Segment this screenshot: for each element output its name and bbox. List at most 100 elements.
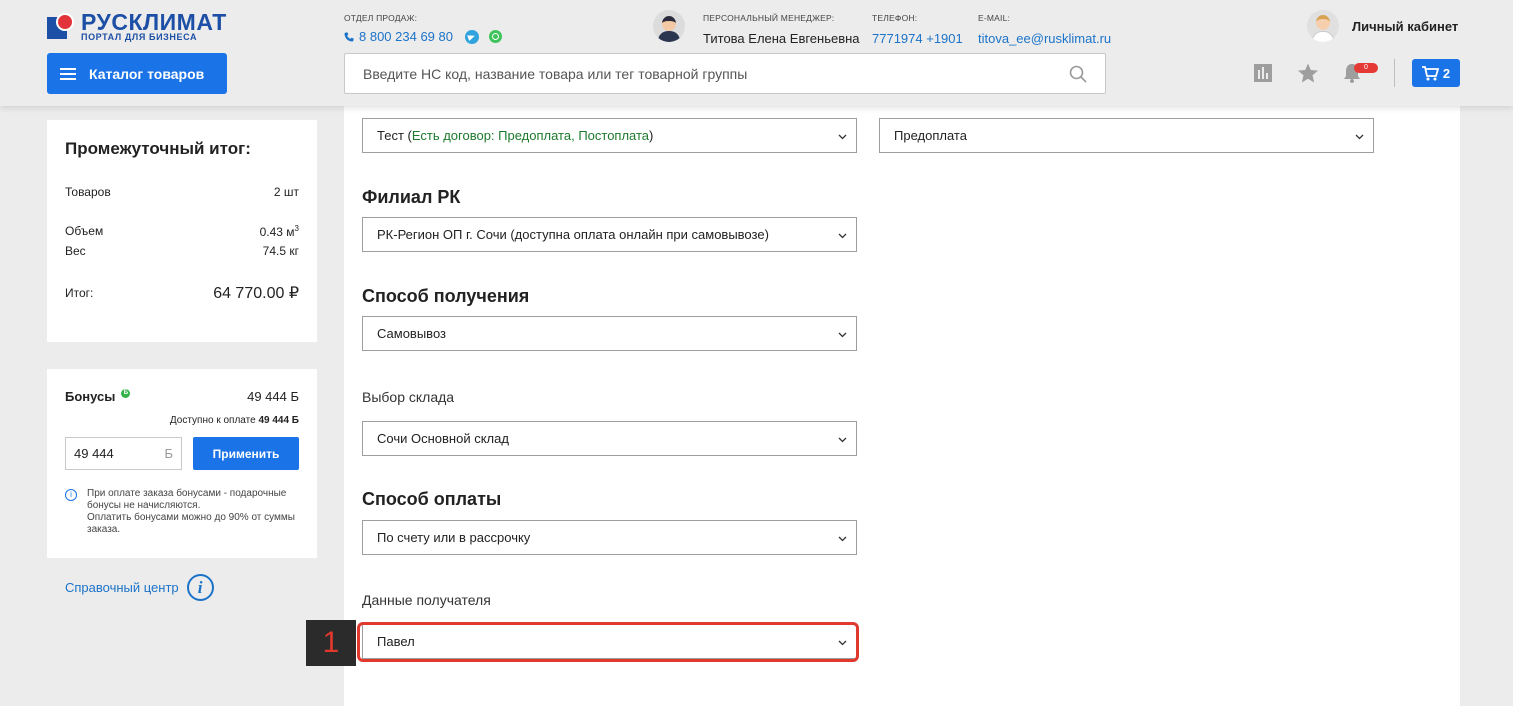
payment-type-select[interactable]: Предоплата xyxy=(879,118,1374,153)
search-icon[interactable] xyxy=(1069,65,1087,83)
bonus-title-wrap: Бонусы Б xyxy=(65,389,131,404)
chevron-down-icon xyxy=(838,536,847,542)
manager-avatar xyxy=(653,10,685,42)
total-label: Итог: xyxy=(65,286,94,300)
email-label: E-MAIL: xyxy=(978,13,1011,23)
bonus-badge-icon: Б xyxy=(121,389,131,398)
catalog-button[interactable]: Каталог товаров xyxy=(47,53,227,94)
bonus-available: Доступно к оплате 49 444 Б xyxy=(170,415,299,426)
volume-value-wrap: 0.43 м3 xyxy=(260,224,299,239)
search-input[interactable] xyxy=(345,54,1045,93)
user-avatar xyxy=(1307,10,1339,42)
search-bar xyxy=(344,53,1106,94)
manager-label: ПЕРСОНАЛЬНЫЙ МЕНЕДЖЕР: xyxy=(703,13,835,23)
phone-icon xyxy=(344,32,354,41)
goods-label: Товаров xyxy=(65,185,111,199)
volume-label: Объем xyxy=(65,224,104,238)
contract-select-value: Тест (Есть договор: Предоплата, Постопла… xyxy=(377,128,653,143)
weight-value: 74.5 кг xyxy=(262,244,299,258)
cabinet-label: Личный кабинет xyxy=(1352,18,1459,34)
goods-value: 2 шт xyxy=(273,185,299,199)
header: РУСКЛИМАТ ПОРТАЛ ДЛЯ БИЗНЕСА ОТДЕЛ ПРОДА… xyxy=(0,0,1513,106)
favorites-star-icon[interactable] xyxy=(1297,62,1319,84)
cart-count: 2 xyxy=(1442,65,1451,81)
contract-suffix: ) xyxy=(649,128,654,143)
sales-label: ОТДЕЛ ПРОДАЖ: xyxy=(344,13,418,23)
total-row: Итог: 64 770.00 ₽ xyxy=(65,283,299,303)
subtotal-title: Промежуточный итог: xyxy=(65,139,251,158)
payment-method-select[interactable]: По счету или в рассрочку xyxy=(362,520,857,555)
contract-select[interactable]: Тест (Есть договор: Предоплата, Постопла… xyxy=(362,118,857,153)
total-value: 64 770.00 ₽ xyxy=(213,285,299,302)
bonus-card: Бонусы Б 49 444 Б Доступно к оплате 49 4… xyxy=(47,369,317,558)
sales-phone[interactable]: 8 800 234 69 80 xyxy=(359,29,453,44)
delivery-select-value: Самовывоз xyxy=(377,326,446,341)
phone-label: ТЕЛЕФОН: xyxy=(872,13,918,23)
subtotal-card: Промежуточный итог: Товаров 2 шт Объем 0… xyxy=(47,120,317,342)
notifications-badge: 0 xyxy=(1354,63,1378,73)
branch-heading: Филиал РК xyxy=(362,187,461,207)
bonus-title: Бонусы xyxy=(65,389,116,404)
apply-bonus-button[interactable]: Применить xyxy=(193,437,299,470)
whatsapp-icon[interactable] xyxy=(488,30,502,43)
recipient-label: Данные получателя xyxy=(362,592,491,608)
manager-phone: ТЕЛЕФОН: 7771974 +1901 xyxy=(872,13,963,46)
delivery-heading: Способ получения xyxy=(362,286,530,306)
bonus-info-line2: Оплатить бонусами можно до 90% от суммы … xyxy=(87,512,295,535)
logo[interactable]: РУСКЛИМАТ ПОРТАЛ ДЛЯ БИЗНЕСА xyxy=(47,11,227,42)
chevron-down-icon xyxy=(838,332,847,338)
menu-icon xyxy=(60,67,76,80)
contract-status: Есть договор: Предоплата, Постоплата xyxy=(411,128,650,143)
goods-row: Товаров 2 шт xyxy=(65,185,299,199)
header-divider xyxy=(1394,59,1395,87)
annotation-marker: 1 xyxy=(306,620,356,666)
payment-method-value: По счету или в рассрочку xyxy=(377,530,531,545)
contract-prefix: Тест ( xyxy=(377,128,412,143)
warehouse-select[interactable]: Сочи Основной склад xyxy=(362,421,857,456)
bonus-info-line1: При оплате заказа бонусами - подарочные … xyxy=(87,488,287,511)
order-form-panel xyxy=(344,106,1460,706)
warehouse-label: Выбор склада xyxy=(362,389,455,405)
personal-cabinet-link[interactable]: Личный кабинет xyxy=(1307,10,1458,42)
help-center-link[interactable]: Справочный центр i xyxy=(65,574,214,601)
logo-title: РУСКЛИМАТ xyxy=(81,9,227,35)
chevron-down-icon xyxy=(838,233,847,239)
payment-heading: Способ оплаты xyxy=(362,489,502,509)
weight-row: Вес 74.5 кг xyxy=(65,244,299,258)
bonus-available-prefix: Доступно к оплате xyxy=(169,415,259,426)
telegram-icon[interactable] xyxy=(464,29,479,44)
payment-type-value: Предоплата xyxy=(894,128,967,143)
cart-icon xyxy=(1421,65,1439,80)
delivery-select[interactable]: Самовывоз xyxy=(362,316,857,351)
email-value[interactable]: titova_ee@rusklimat.ru xyxy=(978,31,1111,46)
personal-manager: ПЕРСОНАЛЬНЫЙ МЕНЕДЖЕР: Титова Елена Евге… xyxy=(703,13,860,46)
manager-email: E-MAIL: titova_ee@rusklimat.ru xyxy=(978,13,1111,46)
logo-icon xyxy=(47,12,75,41)
chevron-down-icon xyxy=(838,437,847,443)
bonus-input-value: 49 444 xyxy=(74,446,114,461)
manager-name: Титова Елена Евгеньевна xyxy=(703,31,860,46)
chevron-down-icon xyxy=(1355,134,1364,140)
info-icon: i xyxy=(65,489,77,501)
branch-select-value: РК-Регион ОП г. Сочи (доступна оплата он… xyxy=(377,227,769,242)
volume-row: Объем 0.43 м3 xyxy=(65,224,299,239)
catalog-button-label: Каталог товаров xyxy=(89,65,205,82)
phone-value[interactable]: 7771974 +1901 xyxy=(872,31,963,46)
recipient-highlight-frame xyxy=(357,622,859,662)
volume-unit-sup: 3 xyxy=(294,224,299,233)
weight-label: Вес xyxy=(65,244,86,258)
bonus-amount-input[interactable]: 49 444 Б xyxy=(65,437,182,470)
sales-department: ОТДЕЛ ПРОДАЖ: 8 800 234 69 80 xyxy=(344,13,502,44)
chevron-down-icon xyxy=(838,134,847,140)
bonus-info: i При оплате заказа бонусами - подарочны… xyxy=(65,488,297,536)
compare-icon[interactable] xyxy=(1252,62,1274,84)
bonus-input-unit: Б xyxy=(164,446,173,461)
volume-value: 0.43 м xyxy=(259,225,295,239)
bonus-available-value: 49 444 Б xyxy=(258,415,299,426)
bonus-value: 49 444 Б xyxy=(247,389,299,404)
help-info-icon: i xyxy=(186,574,214,601)
cart-button[interactable]: 2 xyxy=(1412,59,1460,87)
branch-select[interactable]: РК-Регион ОП г. Сочи (доступна оплата он… xyxy=(362,217,857,252)
warehouse-select-value: Сочи Основной склад xyxy=(377,431,509,446)
help-center-label: Справочный центр xyxy=(65,580,179,595)
